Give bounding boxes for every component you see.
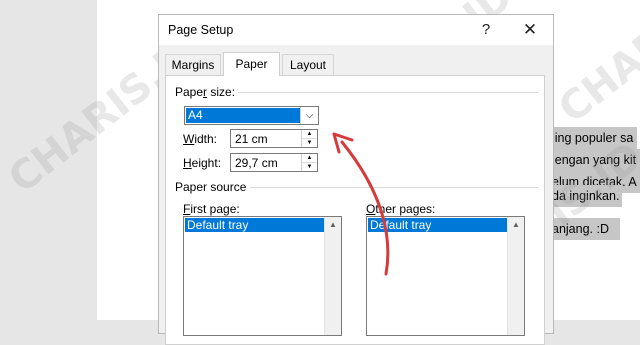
help-button[interactable]: ?: [471, 19, 501, 41]
tab-paper[interactable]: Paper: [223, 52, 280, 76]
dialog-titlebar[interactable]: Page Setup ? ✕: [159, 15, 553, 45]
width-label: Width:: [183, 132, 218, 146]
paper-size-group-label: Paper size:: [175, 85, 236, 99]
other-pages-list[interactable]: Default tray ▲: [366, 216, 525, 336]
scroll-up-icon[interactable]: ▲: [508, 217, 524, 233]
other-pages-label: Other pages:: [366, 202, 436, 216]
tab-margins[interactable]: Margins: [165, 54, 221, 75]
dialog-title: Page Setup: [168, 23, 234, 37]
height-spinner[interactable]: 29,7 cm ▲ ▼: [230, 153, 318, 172]
group-divider: [250, 187, 538, 188]
document-text-line: da inginkan.: [548, 185, 622, 207]
spin-up-icon[interactable]: ▲: [302, 130, 317, 139]
scroll-up-icon[interactable]: ▲: [325, 217, 341, 233]
page-setup-dialog: Page Setup ? ✕ Margins Paper Layout Pape…: [158, 14, 554, 345]
spin-down-icon[interactable]: ▼: [302, 163, 317, 171]
document-text-line: lengan yang kit: [548, 149, 640, 171]
paper-size-value: A4: [186, 108, 300, 123]
chevron-down-icon[interactable]: ⌵: [300, 107, 318, 124]
spin-up-icon[interactable]: ▲: [302, 154, 317, 163]
group-divider: [238, 92, 538, 93]
close-button[interactable]: ✕: [515, 19, 545, 41]
list-scrollbar[interactable]: ▲: [324, 217, 341, 335]
spin-down-icon[interactable]: ▼: [302, 139, 317, 147]
paper-source-group-label: Paper source: [175, 180, 247, 194]
height-label: Height:: [183, 156, 222, 170]
list-scrollbar[interactable]: ▲: [507, 217, 524, 335]
first-page-list[interactable]: Default tray ▲: [183, 216, 342, 336]
tab-layout[interactable]: Layout: [282, 54, 334, 75]
width-spinner[interactable]: 21 cm ▲ ▼: [230, 129, 318, 148]
first-page-label: First page:: [183, 202, 240, 216]
document-text-line: ling populer sa: [548, 127, 638, 149]
height-value: 29,7 cm: [235, 156, 278, 170]
list-item-default-tray[interactable]: Default tray: [368, 218, 507, 232]
paper-size-select[interactable]: A4 ⌵: [184, 106, 319, 125]
document-text-line: anjang. :D: [548, 218, 620, 240]
width-value: 21 cm: [235, 132, 268, 146]
paper-tab-panel: Paper size: A4 ⌵ Width: 21 cm ▲ ▼ Height…: [165, 75, 545, 345]
list-item-default-tray[interactable]: Default tray: [185, 218, 324, 232]
